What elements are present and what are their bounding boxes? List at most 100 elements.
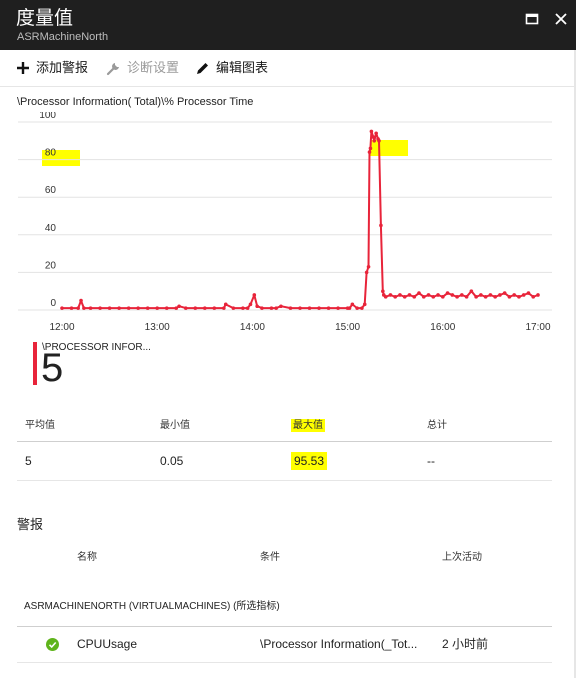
edit-chart-button[interactable]: 编辑图表: [195, 59, 268, 77]
data-point: [526, 291, 531, 295]
data-point: [412, 295, 417, 299]
add-alert-button[interactable]: 添加警报: [16, 59, 88, 77]
data-point: [450, 293, 455, 297]
alert-row[interactable]: CPUUsage \Processor Information(_Tot... …: [17, 627, 552, 663]
data-point: [469, 289, 474, 293]
data-point: [531, 295, 536, 299]
y-tick-label: 20: [45, 260, 57, 271]
data-point: [82, 306, 86, 310]
x-tick-label: 16:00: [430, 322, 455, 333]
alerts-col-condition: 条件: [260, 552, 280, 563]
data-point: [145, 306, 150, 310]
data-point: [69, 306, 74, 310]
data-point: [493, 295, 497, 299]
data-point: [260, 306, 264, 310]
data-point: [350, 302, 355, 307]
data-point: [279, 304, 283, 309]
data-point: [372, 139, 377, 143]
data-point: [288, 306, 293, 310]
blade-header: 度量值 ASRMachineNorth: [0, 0, 576, 50]
data-point: [255, 304, 259, 309]
data-point: [203, 306, 207, 310]
data-point: [317, 306, 321, 310]
maximize-icon[interactable]: [524, 11, 540, 27]
data-point: [298, 306, 302, 310]
x-tick-label: 14:00: [240, 322, 265, 333]
check-circle-icon: [46, 638, 59, 651]
data-point: [107, 306, 112, 310]
data-point: [336, 306, 340, 310]
data-point: [252, 293, 257, 297]
x-tick-label: 17:00: [525, 322, 550, 333]
data-point: [464, 295, 469, 299]
edit-chart-label: 编辑图表: [216, 60, 269, 75]
data-point: [126, 306, 131, 310]
wrench-icon: [106, 62, 119, 75]
blade-subtitle: ASRMachineNorth: [17, 31, 109, 43]
data-point: [455, 295, 459, 299]
data-point: [269, 306, 274, 310]
data-point: [222, 306, 226, 310]
data-point: [88, 306, 93, 310]
data-point: [507, 295, 512, 299]
data-point: [393, 295, 398, 299]
alerts-col-last-activity: 上次活动: [442, 552, 482, 563]
legend-current-value: 5: [41, 346, 64, 390]
series-color-swatch: [33, 342, 37, 385]
chart-title: \Processor Information( Total)\% Process…: [17, 96, 254, 108]
x-tick-label: 13:00: [145, 322, 170, 333]
data-point: [398, 293, 402, 297]
data-point: [223, 302, 228, 307]
data-point: [483, 295, 488, 299]
data-point: [326, 306, 331, 310]
data-point: [536, 293, 540, 297]
stats-value-max: 95.53: [291, 442, 328, 480]
data-point: [76, 306, 80, 310]
data-point: [231, 306, 236, 310]
stats-value-max-label: 95.53: [291, 452, 328, 470]
alert-condition: \Processor Information(_Tot...: [260, 637, 418, 651]
alerts-group-row: ASRMACHINENORTH (VIRTUALMACHINES) (所选指标): [17, 593, 552, 627]
close-icon[interactable]: [553, 11, 569, 27]
data-point: [245, 306, 250, 310]
data-point: [388, 293, 393, 297]
data-point: [177, 304, 181, 309]
stats-header-max-label: 最大值: [291, 419, 325, 432]
data-point: [248, 302, 253, 307]
data-point: [383, 295, 388, 299]
alert-last-activity: 2 小时前: [442, 637, 489, 651]
data-point: [488, 293, 493, 297]
data-point: [445, 291, 450, 295]
data-point: [367, 150, 372, 154]
diagnostics-button[interactable]: 诊断设置: [106, 59, 179, 77]
data-point: [79, 298, 83, 303]
blade-title: 度量值: [16, 8, 74, 29]
data-point: [117, 306, 121, 310]
data-point: [60, 306, 64, 310]
data-point: [512, 293, 516, 297]
data-point: [402, 295, 407, 299]
alerts-header-row: 名称 条件 上次活动: [17, 548, 552, 568]
stats-header-total: 总计: [427, 420, 447, 431]
data-point: [431, 295, 436, 299]
data-point: [517, 295, 521, 299]
data-point: [379, 223, 383, 228]
alerts-col-name: 名称: [77, 552, 97, 563]
stats-value-min: 0.05: [160, 454, 184, 468]
line-chart[interactable]: 0 20 40 60 80 100 12:00 13:00 14:00 15:00 16:00 17:…: [0, 112, 576, 344]
y-tick-label: 100: [39, 112, 56, 121]
stats-header-avg: 平均值: [25, 420, 55, 431]
data-point: [183, 306, 188, 310]
data-point: [417, 291, 421, 295]
data-point: [241, 306, 245, 310]
data-point: [502, 291, 507, 295]
data-point: [371, 135, 376, 139]
data-point: [436, 293, 440, 297]
data-point: [274, 306, 279, 310]
data-point: [407, 293, 412, 297]
x-tick-label: 12:00: [49, 322, 74, 333]
y-tick-label: 60: [45, 185, 57, 196]
data-point: [212, 306, 217, 310]
data-point: [355, 306, 359, 310]
data-point: [193, 306, 198, 310]
